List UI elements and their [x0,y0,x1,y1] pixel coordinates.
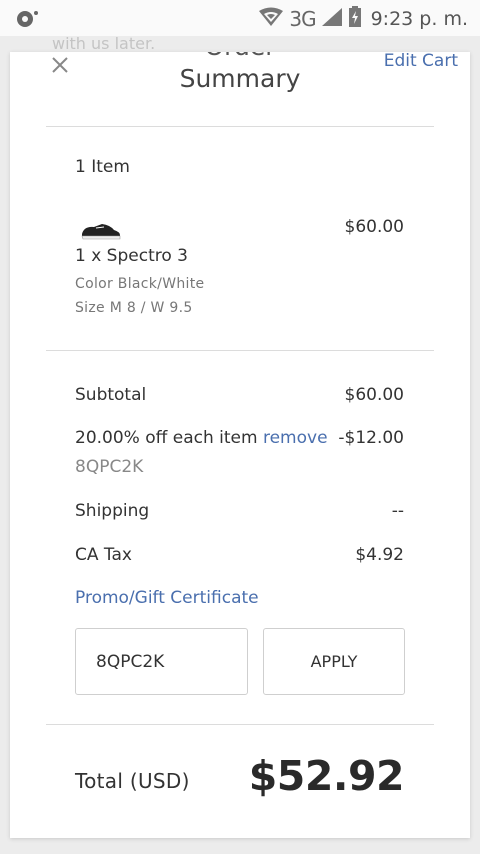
subtotal-label: Subtotal [75,385,147,405]
divider [46,724,434,725]
background-text: with us later. [52,34,156,53]
shoe-thumbnail [81,224,121,240]
cell-signal-icon [321,7,343,31]
discount-code: 8QPC2K [75,457,144,477]
item-count: 1 Item [75,157,130,177]
item-size: Size M 8 / W 9.5 [75,300,193,316]
promo-gift-certificate-link[interactable]: Promo/Gift Certificate [75,588,259,608]
remove-discount-link[interactable]: remove [263,428,328,448]
clock: 9:23 p. m. [370,8,468,30]
network-type: 3G [289,7,316,31]
divider [46,126,434,127]
item-color: Color Black/White [75,276,205,292]
status-bar: 3G 9:23 p. m. [0,0,480,36]
wifi-signal-icon [258,7,284,31]
total-label: Total (USD) [75,769,190,793]
apply-button[interactable]: APPLY [263,628,405,695]
tax-label: CA Tax [75,545,132,565]
shipping-value: -- [391,501,404,521]
notification-icon [14,7,40,33]
divider [46,350,434,351]
item-price: $60.00 [344,217,404,237]
shipping-label: Shipping [75,501,150,521]
discount-value: -$12.00 [338,428,404,448]
subtotal-value: $60.00 [344,385,404,405]
promo-code-input[interactable] [75,628,248,695]
discount-row: 20.00% off each item remove [75,428,328,448]
total-value: $52.92 [248,752,405,800]
discount-label: 20.00% off each item [75,428,258,448]
order-summary-panel: Order Summary Edit Cart 1 Item 1 x Spect… [10,52,470,838]
battery-charging-icon [348,6,362,32]
tax-value: $4.92 [355,545,404,565]
edit-cart-link[interactable]: Edit Cart [384,52,458,71]
item-name: 1 x Spectro 3 [75,246,188,266]
